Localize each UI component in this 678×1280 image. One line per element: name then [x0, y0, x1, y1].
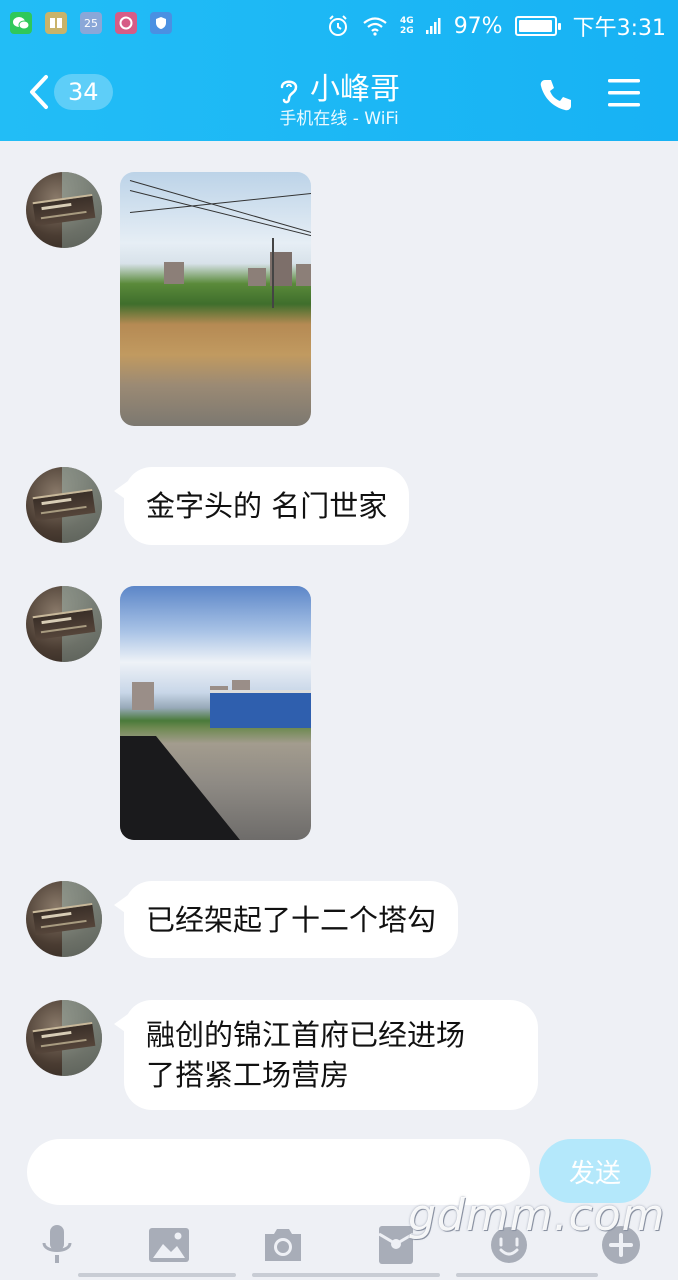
avatar[interactable]: [26, 881, 102, 957]
image-icon: [149, 1228, 189, 1262]
notification-icons: 25: [10, 12, 172, 34]
message-text: 金字头的 名门世家: [146, 489, 388, 523]
network-type: 4G 2G: [400, 16, 414, 36]
toolbar-divider: [252, 1273, 440, 1277]
alarm-icon: [329, 15, 348, 36]
message-photo[interactable]: [120, 586, 311, 840]
wechat-icon: [10, 12, 32, 34]
chat-header: 34 小峰哥 手机在线 - WiFi: [0, 50, 678, 141]
photo-picker-button[interactable]: [145, 1221, 193, 1269]
phone-icon: [540, 80, 571, 111]
signal-icon: [425, 18, 441, 34]
toolbar-divider: [78, 1273, 236, 1277]
message-bubble[interactable]: 金字头的 名门世家: [113, 467, 410, 545]
toolbar-divider: [456, 1273, 598, 1277]
wifi-icon: [363, 17, 387, 36]
message-bubble[interactable]: 已经架起了十二个塔勾: [113, 881, 459, 958]
message-list[interactable]: 金字头的 名门世家 已经架起了十二个塔勾 融创的锦江首府已经进场 了搭紧工场营房: [0, 141, 678, 1123]
record-app-icon: [115, 12, 137, 34]
contact-name: 小峰哥: [310, 72, 400, 107]
calendar-day-text: 25: [84, 16, 98, 30]
hamburger-menu-icon: [608, 79, 640, 107]
voice-call-button[interactable]: [537, 76, 575, 118]
earpiece-mode-icon: [280, 80, 298, 103]
camera-button[interactable]: [259, 1221, 307, 1269]
microphone-icon: [42, 1225, 72, 1263]
clock: 下午3:31: [572, 16, 666, 41]
system-status: 4G 2G 97% 下午3:31: [326, 10, 666, 42]
voice-input-button[interactable]: [33, 1221, 81, 1269]
camera-icon: [265, 1229, 301, 1261]
battery-icon: [514, 16, 561, 36]
contact-title[interactable]: 小峰哥: [0, 64, 678, 108]
contact-status: 手机在线 - WiFi: [279, 109, 399, 129]
watermark: gdmm.com: [408, 1190, 666, 1241]
message-text: 已经架起了十二个塔勾: [146, 902, 437, 937]
avatar[interactable]: [26, 586, 102, 662]
avatar[interactable]: [26, 467, 102, 543]
shield-app-icon: [150, 12, 172, 34]
avatar[interactable]: [26, 172, 102, 248]
chat-menu-button[interactable]: [606, 76, 642, 114]
status-bar: 25 4G 2G 97% 下午3:31: [0, 0, 678, 50]
network-2g-label: 2G: [400, 26, 414, 36]
battery-percent: 97%: [453, 13, 503, 39]
message-photo[interactable]: [120, 172, 311, 426]
avatar[interactable]: [26, 1000, 102, 1076]
network-4g-label: 4G: [400, 16, 414, 26]
message-text: 融创的锦江首府已经进场 了搭紧工场营房: [146, 1018, 466, 1092]
message-bubble[interactable]: 融创的锦江首府已经进场 了搭紧工场营房: [114, 1000, 538, 1110]
calendar-icon: 25: [80, 12, 102, 34]
book-app-icon: [45, 12, 67, 34]
